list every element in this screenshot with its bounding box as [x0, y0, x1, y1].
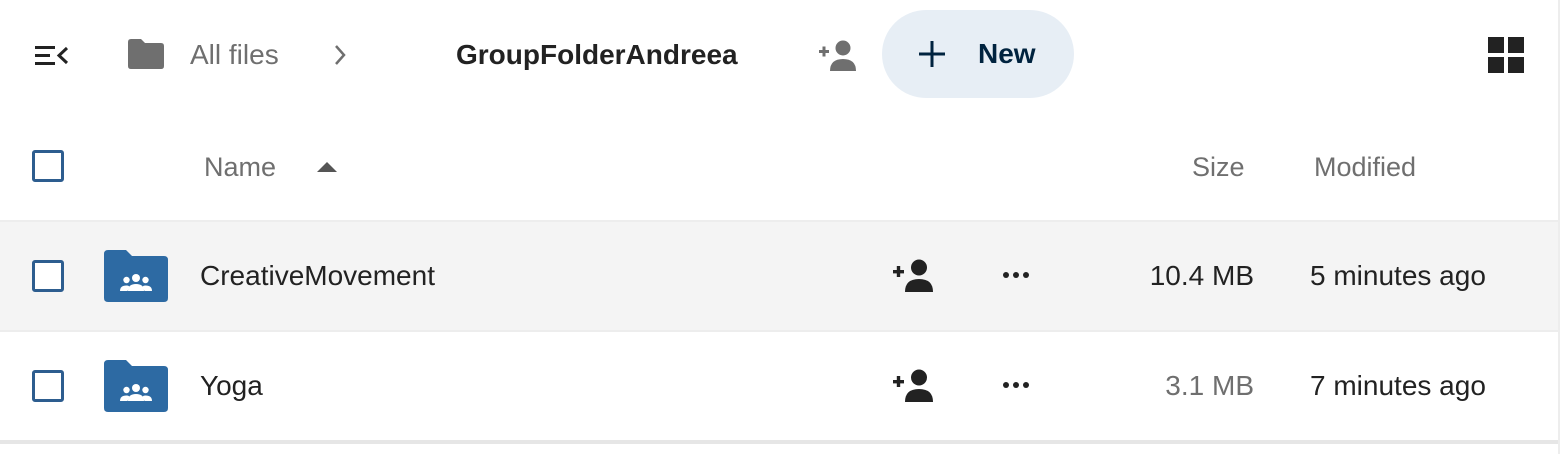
file-modified: 5 minutes ago: [1310, 260, 1486, 291]
file-name[interactable]: CreativeMovement: [200, 258, 435, 294]
file-list-header: Name Size Modified: [0, 112, 1558, 222]
list-bottom-divider: [0, 440, 1558, 444]
grid-view-icon[interactable]: [1484, 34, 1528, 76]
folder-icon[interactable]: [128, 38, 164, 70]
files-toolbar: All files GroupFolderAndreea New: [0, 0, 1566, 110]
row-checkbox[interactable]: [32, 260, 64, 292]
column-header-modified[interactable]: Modified: [1314, 150, 1416, 184]
chevron-right-icon: [328, 40, 352, 70]
plus-icon: [918, 40, 946, 73]
more-horizontal-icon[interactable]: [996, 260, 1036, 295]
table-row[interactable]: CreativeMovement 10.4 MB 5 minutes ago: [0, 222, 1558, 332]
column-header-name[interactable]: Name: [204, 150, 276, 184]
account-plus-icon[interactable]: [892, 368, 936, 407]
table-row[interactable]: Yoga 3.1 MB 7 minutes ago: [0, 332, 1558, 442]
breadcrumb-current-folder[interactable]: GroupFolderAndreea: [456, 37, 738, 73]
scrollbar-edge: [1558, 0, 1560, 454]
file-size: 3.1 MB: [1165, 370, 1254, 401]
group-folder-icon[interactable]: [104, 250, 168, 307]
account-plus-icon[interactable]: [892, 258, 936, 297]
new-button-label: New: [978, 38, 1036, 69]
menu-collapse-icon[interactable]: [30, 38, 74, 74]
file-modified: 7 minutes ago: [1310, 370, 1486, 401]
account-plus-icon[interactable]: [816, 36, 862, 74]
column-header-size[interactable]: Size: [1192, 150, 1245, 184]
breadcrumb-all-files[interactable]: All files: [190, 37, 279, 73]
row-checkbox[interactable]: [32, 370, 64, 402]
triangle-up-icon[interactable]: [316, 160, 338, 179]
new-button[interactable]: New: [882, 10, 1074, 98]
group-folder-icon[interactable]: [104, 360, 168, 417]
file-size: 10.4 MB: [1149, 260, 1254, 291]
more-horizontal-icon[interactable]: [996, 370, 1036, 405]
select-all-checkbox[interactable]: [32, 150, 64, 182]
file-name[interactable]: Yoga: [200, 368, 263, 404]
